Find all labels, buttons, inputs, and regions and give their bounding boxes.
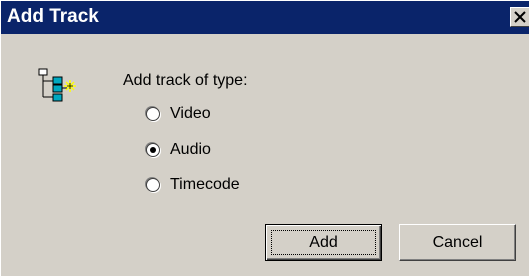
radio-video-label[interactable]: Video xyxy=(170,104,211,124)
add-button[interactable]: Add xyxy=(265,224,382,261)
cancel-button-label: Cancel xyxy=(432,233,483,251)
radio-timecode-label[interactable]: Timecode xyxy=(170,175,240,195)
radio-audio-indicator[interactable] xyxy=(146,143,160,157)
window-title: Add Track xyxy=(7,6,99,27)
cancel-button[interactable]: Cancel xyxy=(399,224,516,261)
radio-video[interactable]: Video xyxy=(146,103,211,125)
radio-timecode-indicator[interactable] xyxy=(146,178,160,192)
track-tree-icon xyxy=(37,67,93,120)
close-icon xyxy=(514,11,526,23)
add-track-dialog: Add Track Add track of type: Video Audio… xyxy=(0,0,529,276)
radio-timecode[interactable]: Timecode xyxy=(146,174,240,196)
radio-audio-label[interactable]: Audio xyxy=(170,140,211,160)
radio-audio[interactable]: Audio xyxy=(146,139,211,161)
title-bar[interactable]: Add Track xyxy=(1,1,529,34)
radio-video-indicator[interactable] xyxy=(146,107,160,121)
track-type-label: Add track of type: xyxy=(123,72,248,89)
focus-rectangle xyxy=(271,230,376,255)
close-button[interactable] xyxy=(510,7,529,27)
